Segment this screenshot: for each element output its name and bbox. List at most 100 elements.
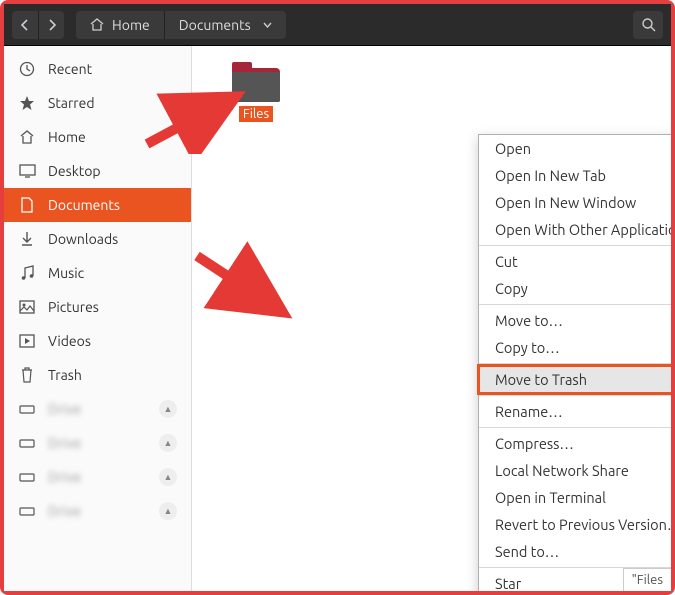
menu-item-copy-to[interactable]: Copy to…	[479, 334, 671, 361]
sidebar: Recent Starred Home Desktop Documents Do…	[4, 46, 192, 591]
menu-item-move-to[interactable]: Move to…	[479, 307, 671, 334]
sidebar-label: Documents	[48, 197, 120, 213]
sidebar-item-starred[interactable]: Starred	[4, 86, 191, 120]
menu-item-cut[interactable]: Cut Ctrl+X	[479, 248, 671, 275]
documents-icon	[18, 196, 36, 214]
folder-label: Files	[239, 106, 273, 122]
sidebar-label: Desktop	[48, 163, 101, 179]
back-button[interactable]	[12, 11, 38, 39]
sidebar-label: Drive	[48, 469, 81, 485]
headerbar: Home Documents	[4, 4, 671, 46]
sidebar-item-desktop[interactable]: Desktop	[4, 154, 191, 188]
sidebar-label: Drive	[48, 435, 81, 451]
star-icon	[18, 94, 36, 112]
menu-item-send-to[interactable]: Send to…	[479, 538, 671, 565]
menu-label: Local Network Share	[495, 462, 629, 479]
sidebar-item-drive[interactable]: Drive ▲	[4, 426, 191, 460]
menu-label: Cut	[495, 253, 518, 270]
path-label: Documents	[179, 17, 251, 33]
menu-label: Compress…	[495, 435, 574, 452]
sidebar-label: Trash	[48, 367, 82, 383]
menu-label: Open	[495, 140, 531, 157]
menu-separator	[479, 304, 671, 305]
content-area[interactable]: Files Open Return Open In New Tab Ctrl+	[192, 46, 671, 591]
eject-button[interactable]: ▲	[159, 400, 177, 418]
sidebar-label: Home	[48, 129, 86, 145]
menu-label: Rename…	[495, 403, 563, 420]
menu-label: Move to Trash	[495, 371, 587, 388]
path-segment-home[interactable]: Home	[76, 11, 164, 39]
annotation-arrow	[189, 231, 299, 331]
home-icon	[18, 128, 36, 146]
downloads-icon	[18, 230, 36, 248]
sidebar-item-documents[interactable]: Documents	[4, 188, 191, 222]
context-menu: Open Return Open In New Tab Ctrl+Return …	[478, 134, 671, 591]
menu-item-open-with[interactable]: Open With Other Application	[479, 216, 671, 243]
menu-item-rename[interactable]: Rename… F2	[479, 398, 671, 425]
menu-item-local-network-share[interactable]: Local Network Share	[479, 457, 671, 484]
menu-label: Copy to…	[495, 339, 560, 356]
folder-item[interactable]: Files	[232, 62, 280, 122]
file-manager-window: Home Documents Recent Starred	[4, 4, 671, 591]
menu-label: Open With Other Application	[495, 221, 671, 238]
sidebar-label: Pictures	[48, 299, 99, 315]
eject-button[interactable]: ▲	[159, 468, 177, 486]
menu-separator	[479, 245, 671, 246]
folder-icon	[232, 62, 280, 102]
menu-label: Open In New Tab	[495, 167, 606, 184]
forward-button[interactable]	[38, 11, 64, 39]
videos-icon	[18, 332, 36, 350]
music-icon	[18, 264, 36, 282]
menu-item-move-to-trash[interactable]: Move to Trash Delete	[479, 366, 671, 393]
menu-item-open-new-window[interactable]: Open In New Window Shift+Return	[479, 189, 671, 216]
menu-item-compress[interactable]: Compress…	[479, 430, 671, 457]
sidebar-item-recent[interactable]: Recent	[4, 52, 191, 86]
sidebar-item-drive[interactable]: Drive ▲	[4, 392, 191, 426]
search-button[interactable]	[633, 11, 663, 39]
drive-icon	[18, 468, 36, 486]
status-bar: "Files	[623, 568, 671, 591]
trash-icon	[18, 366, 36, 384]
chevron-left-icon	[20, 19, 30, 31]
sidebar-item-drive[interactable]: Drive ▲	[4, 494, 191, 528]
sidebar-label: Starred	[48, 95, 95, 111]
sidebar-item-home[interactable]: Home	[4, 120, 191, 154]
sidebar-item-drive[interactable]: Drive ▲	[4, 460, 191, 494]
sidebar-item-downloads[interactable]: Downloads	[4, 222, 191, 256]
sidebar-label: Music	[48, 265, 84, 281]
menu-label: Open in Terminal	[495, 489, 606, 506]
menu-separator	[479, 427, 671, 428]
sidebar-item-music[interactable]: Music	[4, 256, 191, 290]
pathbar: Home Documents	[76, 11, 286, 39]
menu-label: Star	[495, 575, 521, 591]
path-segment-documents[interactable]: Documents	[164, 11, 286, 39]
menu-label: Copy	[495, 280, 528, 297]
pictures-icon	[18, 298, 36, 316]
sidebar-item-pictures[interactable]: Pictures	[4, 290, 191, 324]
menu-item-copy[interactable]: Copy Ctrl+C	[479, 275, 671, 302]
menu-item-open-new-tab[interactable]: Open In New Tab Ctrl+Return	[479, 162, 671, 189]
menu-item-revert[interactable]: Revert to Previous Version…	[479, 511, 671, 538]
menu-label: Open In New Window	[495, 194, 636, 211]
search-icon	[641, 17, 656, 32]
menu-item-open-terminal[interactable]: Open in Terminal	[479, 484, 671, 511]
drive-icon	[18, 434, 36, 452]
drive-icon	[18, 502, 36, 520]
home-icon	[90, 18, 104, 31]
body: Recent Starred Home Desktop Documents Do…	[4, 46, 671, 591]
path-label: Home	[112, 17, 150, 33]
menu-item-open[interactable]: Open Return	[479, 135, 671, 162]
desktop-icon	[18, 162, 36, 180]
sidebar-label: Videos	[48, 333, 91, 349]
nav-buttons	[12, 11, 64, 39]
menu-separator	[479, 363, 671, 364]
eject-button[interactable]: ▲	[159, 434, 177, 452]
status-text: "Files	[632, 573, 663, 587]
sidebar-item-videos[interactable]: Videos	[4, 324, 191, 358]
menu-label: Revert to Previous Version…	[495, 516, 671, 533]
drive-icon	[18, 400, 36, 418]
sidebar-item-trash[interactable]: Trash	[4, 358, 191, 392]
menu-separator	[479, 395, 671, 396]
eject-button[interactable]: ▲	[159, 502, 177, 520]
menu-label: Move to…	[495, 312, 563, 329]
